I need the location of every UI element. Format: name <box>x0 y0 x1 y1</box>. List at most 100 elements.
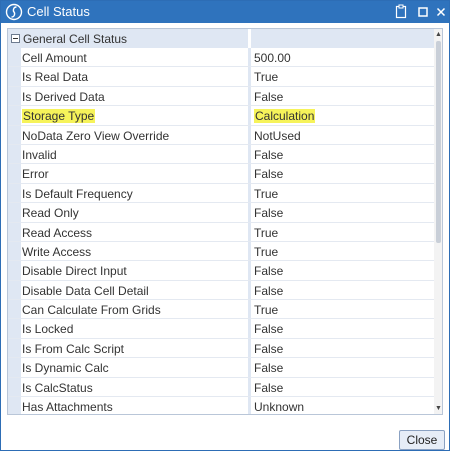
close-icon[interactable] <box>435 4 449 20</box>
property-value[interactable]: True <box>254 303 278 317</box>
property-name: Is CalcStatus <box>22 380 93 395</box>
property-name: Write Access <box>22 244 92 259</box>
column-divider[interactable] <box>248 358 251 377</box>
column-divider[interactable] <box>248 125 251 144</box>
property-row[interactable]: Storage Type Calculation <box>8 106 434 126</box>
property-name: Is Default Frequency <box>22 186 133 201</box>
property-row[interactable]: Error False <box>8 164 434 184</box>
column-divider[interactable] <box>248 106 251 125</box>
row-gutter <box>8 144 21 164</box>
row-gutter <box>8 377 21 397</box>
property-value[interactable]: False <box>254 264 283 278</box>
property-row[interactable]: Can Calculate From Grids True <box>8 300 434 320</box>
property-name: Is From Calc Script <box>22 341 125 356</box>
property-value[interactable]: True <box>254 245 278 259</box>
property-row[interactable]: Read Access True <box>8 222 434 242</box>
scroll-up-icon[interactable]: ▲ <box>435 31 442 38</box>
collapse-icon[interactable] <box>11 34 20 43</box>
maximize-icon[interactable] <box>417 4 431 20</box>
row-gutter <box>8 397 21 414</box>
property-value[interactable]: NotUsed <box>254 129 301 143</box>
column-divider <box>248 29 251 48</box>
scroll-down-icon[interactable]: ▼ <box>435 405 442 412</box>
vertical-scrollbar[interactable]: ▲ ▼ <box>434 29 442 414</box>
column-divider[interactable] <box>248 319 251 338</box>
row-gutter <box>8 300 21 319</box>
property-value[interactable]: True <box>254 70 278 84</box>
row-gutter <box>8 203 21 222</box>
row-gutter <box>8 338 21 358</box>
column-divider[interactable] <box>248 300 251 319</box>
column-divider[interactable] <box>248 67 251 86</box>
property-grid[interactable]: General Cell Status Cell Amount 500.00 Is … <box>7 28 443 415</box>
category-label: General Cell Status <box>23 32 128 46</box>
row-gutter <box>8 280 21 300</box>
property-row[interactable]: Is Derived Data False <box>8 86 434 107</box>
column-divider[interactable] <box>248 144 251 164</box>
row-gutter <box>8 222 21 241</box>
property-name: Disable Data Cell Detail <box>22 283 149 298</box>
property-row[interactable]: Invalid False <box>8 144 434 165</box>
property-value[interactable]: False <box>254 361 283 375</box>
column-divider[interactable] <box>248 48 251 67</box>
column-divider[interactable] <box>248 280 251 300</box>
scrollbar-thumb[interactable] <box>436 41 441 243</box>
property-value[interactable]: False <box>254 381 283 395</box>
title-bar[interactable]: Cell Status <box>1 1 449 23</box>
property-row[interactable]: Disable Data Cell Detail False <box>8 280 434 301</box>
app-logo-icon <box>5 3 23 21</box>
property-row[interactable]: Read Only False <box>8 203 434 223</box>
property-value[interactable]: False <box>254 148 283 162</box>
property-value[interactable]: 500.00 <box>254 51 291 65</box>
property-name: Read Only <box>22 206 79 221</box>
row-gutter <box>8 358 21 377</box>
property-row[interactable]: Disable Direct Input False <box>8 261 434 281</box>
category-general-cell-status[interactable]: General Cell Status <box>8 29 434 48</box>
property-name: Cell Amount <box>22 51 87 65</box>
property-name: Invalid <box>22 147 57 162</box>
property-name: Is Dynamic Calc <box>22 361 109 376</box>
property-name: Is Locked <box>22 322 74 337</box>
row-gutter <box>8 164 21 183</box>
property-row[interactable]: Is From Calc Script False <box>8 338 434 359</box>
property-row[interactable]: Is CalcStatus False <box>8 377 434 398</box>
column-divider[interactable] <box>248 397 251 414</box>
property-value[interactable]: False <box>254 206 283 220</box>
column-divider[interactable] <box>248 261 251 280</box>
property-value[interactable]: False <box>254 90 283 104</box>
property-name: NoData Zero View Override <box>22 128 170 143</box>
column-divider[interactable] <box>248 164 251 183</box>
property-value[interactable]: True <box>254 226 278 240</box>
property-row[interactable]: Write Access True <box>8 241 434 262</box>
property-value[interactable]: Unknown <box>254 400 304 414</box>
row-gutter <box>8 261 21 280</box>
property-value[interactable]: False <box>254 322 283 336</box>
close-button[interactable]: Close <box>399 430 445 450</box>
property-value[interactable]: False <box>254 284 283 298</box>
row-gutter <box>8 241 21 261</box>
column-divider[interactable] <box>248 183 251 203</box>
property-row[interactable]: NoData Zero View Override NotUsed <box>8 125 434 145</box>
property-row[interactable]: Is Locked False <box>8 319 434 339</box>
column-divider[interactable] <box>248 86 251 106</box>
property-row[interactable]: Has Attachments Unknown <box>8 397 434 414</box>
property-name: Error <box>22 167 49 182</box>
property-row[interactable]: Cell Amount 500.00 <box>8 48 434 68</box>
property-row[interactable]: Is Real Data True <box>8 67 434 87</box>
property-row[interactable]: Is Dynamic Calc False <box>8 358 434 378</box>
property-row[interactable]: Is Default Frequency True <box>8 183 434 204</box>
column-divider[interactable] <box>248 203 251 222</box>
property-value[interactable]: False <box>254 342 283 356</box>
row-gutter <box>8 125 21 144</box>
column-divider[interactable] <box>248 377 251 397</box>
property-value[interactable]: Calculation <box>254 109 316 124</box>
property-name: Disable Direct Input <box>22 264 127 279</box>
property-name: Is Real Data <box>22 70 89 85</box>
property-value[interactable]: False <box>254 167 283 181</box>
clipboard-icon[interactable] <box>395 4 409 20</box>
column-divider[interactable] <box>248 222 251 241</box>
property-value[interactable]: True <box>254 187 278 201</box>
column-divider[interactable] <box>248 338 251 358</box>
property-name: Can Calculate From Grids <box>22 303 161 318</box>
column-divider[interactable] <box>248 241 251 261</box>
